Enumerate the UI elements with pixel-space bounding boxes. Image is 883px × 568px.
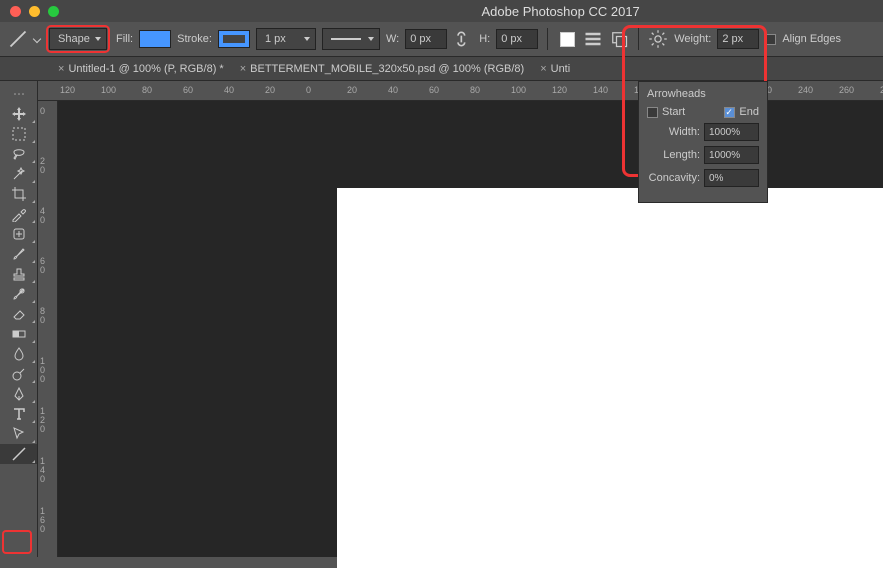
tab-betterment[interactable]: × BETTERMENT_MOBILE_320x50.psd @ 100% (RG… <box>234 63 530 75</box>
line-tool-indicator-icon <box>8 29 28 49</box>
tab-label: Unti <box>551 63 571 75</box>
move-tool[interactable] <box>0 104 37 124</box>
gradient-tool[interactable] <box>0 324 37 344</box>
lasso-tool[interactable] <box>0 144 37 164</box>
canvas-area: 1201008060402002040608010012014016018020… <box>38 81 883 557</box>
tool-preset-chevron-icon[interactable] <box>33 35 41 43</box>
align-edges-checkbox[interactable] <box>765 34 776 45</box>
pen-tool[interactable] <box>0 384 37 404</box>
tab-label: BETTERMENT_MOBILE_320x50.psd @ 100% (RGB… <box>250 63 524 75</box>
stroke-label: Stroke: <box>177 33 212 45</box>
width-label: W: <box>386 33 399 45</box>
type-tool[interactable] <box>0 404 37 424</box>
stroke-width-value: 1 px <box>265 33 286 45</box>
marquee-tool[interactable] <box>0 124 37 144</box>
stroke-style-dropdown[interactable] <box>322 28 380 50</box>
start-label: Start <box>662 106 685 118</box>
dodge-tool[interactable] <box>0 364 37 384</box>
brush-tool[interactable] <box>0 244 37 264</box>
line-tool[interactable] <box>0 444 37 464</box>
grabber-icon[interactable] <box>0 84 37 104</box>
tab-untitled[interactable]: × Untitled-1 @ 100% (P, RGB/8) * <box>52 63 230 75</box>
path-operations-icon[interactable] <box>557 29 577 49</box>
separator <box>638 28 639 50</box>
start-checkbox[interactable] <box>647 107 658 118</box>
arrow-concavity-field[interactable] <box>704 169 759 187</box>
options-bar: Shape Fill: Stroke: 1 px W: H: Weight: A… <box>0 22 883 57</box>
eyedropper-tool[interactable] <box>0 204 37 224</box>
stroke-width-dropdown[interactable]: 1 px <box>256 28 316 50</box>
weight-field[interactable] <box>717 29 759 49</box>
document-canvas[interactable] <box>337 188 883 568</box>
healing-brush-tool[interactable] <box>0 224 37 244</box>
crop-tool[interactable] <box>0 184 37 204</box>
blur-tool[interactable] <box>0 344 37 364</box>
main-area: 1201008060402002040608010012014016018020… <box>0 81 883 557</box>
arrowheads-popup: Arrowheads Start End Width: Length: Conc… <box>638 81 768 203</box>
window-controls <box>0 6 59 17</box>
highlight-shape-mode: Shape <box>46 25 110 53</box>
end-checkbox[interactable] <box>724 107 735 118</box>
tab-truncated[interactable]: × Unti <box>534 63 576 75</box>
close-icon[interactable]: × <box>58 63 64 75</box>
close-window-button[interactable] <box>10 6 21 17</box>
height-field[interactable] <box>496 29 538 49</box>
eraser-tool[interactable] <box>0 304 37 324</box>
titlebar: Adobe Photoshop CC 2017 <box>0 0 883 22</box>
fill-swatch[interactable] <box>139 30 171 48</box>
height-label: H: <box>479 33 490 45</box>
width-field[interactable] <box>405 29 447 49</box>
vertical-ruler: 02 04 06 08 01 0 01 2 01 4 01 6 01 8 0 <box>38 101 58 557</box>
separator <box>547 28 548 50</box>
magic-wand-tool[interactable] <box>0 164 37 184</box>
stamp-tool[interactable] <box>0 264 37 284</box>
close-icon[interactable]: × <box>540 63 546 75</box>
history-brush-tool[interactable] <box>0 284 37 304</box>
arrow-length-field[interactable] <box>704 146 759 164</box>
tool-mode-label: Shape <box>58 33 90 45</box>
weight-label: Weight: <box>674 33 711 45</box>
gear-icon[interactable] <box>648 29 668 49</box>
arrow-length-label: Length: <box>647 149 700 161</box>
align-edges-label: Align Edges <box>782 33 841 45</box>
stroke-swatch[interactable] <box>218 30 250 48</box>
fill-label: Fill: <box>116 33 133 45</box>
arrow-width-label: Width: <box>647 126 700 138</box>
arrow-concavity-label: Concavity: <box>647 172 700 184</box>
tool-mode-dropdown[interactable]: Shape <box>49 28 107 50</box>
close-icon[interactable]: × <box>240 63 246 75</box>
arrowheads-title: Arrowheads <box>647 88 759 100</box>
tools-panel <box>0 81 38 557</box>
path-arrange-icon[interactable] <box>609 29 629 49</box>
document-tabs: × Untitled-1 @ 100% (P, RGB/8) * × BETTERM… <box>0 57 883 81</box>
arrow-width-field[interactable] <box>704 123 759 141</box>
minimize-window-button[interactable] <box>29 6 40 17</box>
tab-label: Untitled-1 @ 100% (P, RGB/8) * <box>68 63 223 75</box>
path-align-icon[interactable] <box>583 29 603 49</box>
maximize-window-button[interactable] <box>48 6 59 17</box>
end-label: End <box>739 106 759 118</box>
link-wh-icon[interactable] <box>453 29 473 49</box>
app-title: Adobe Photoshop CC 2017 <box>482 4 640 19</box>
path-selection-tool[interactable] <box>0 424 37 444</box>
